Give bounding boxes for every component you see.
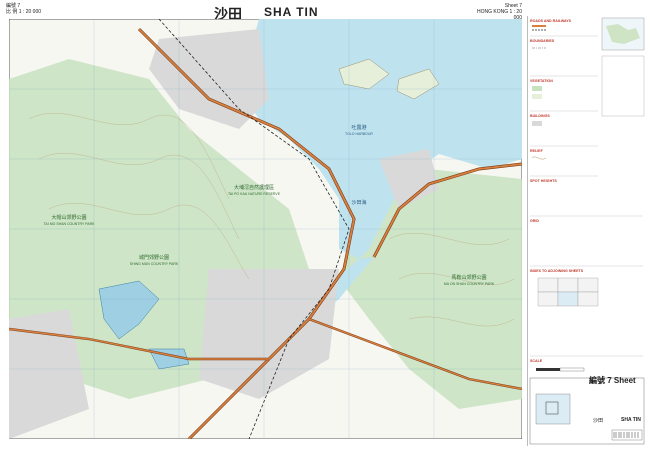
sheet-name-en: SHA TIN [621,417,641,423]
place-label-sha-tin-hoi: 沙田海 [351,199,366,206]
sheet-name-cn: 沙田 [593,418,604,424]
legend-heading: BUILDINGS [530,114,550,118]
place-label-tai-mo-shan: 大帽山郊野公園 [51,214,86,221]
place-label-tolo-harbour-en: TOLO HARBOUR [345,132,373,136]
place-label-shing-mun: 城門郊野公園 [139,254,169,261]
legend-heading: ROADS AND RAILWAYS [530,19,572,23]
place-label-ma-on-shan-en: MA ON SHAN COUNTRY PARK [444,282,495,286]
topographic-map[interactable]: 吐露港 TOLO HARBOUR 馬鞍山郊野公園 MA ON SHAN COUN… [9,19,522,439]
place-label-tai-mo-shan-en: TAI MO SHAN COUNTRY PARK [44,222,96,226]
legend-heading: SPOT HEIGHTS [530,179,557,183]
place-label-tolo-harbour: 吐露港 [351,124,366,131]
place-label-ma-on-shan: 馬鞍山郊野公園 [451,274,486,281]
sheet-label-en: Sheet [613,376,636,385]
place-label-shing-mun-en: SHING MUN COUNTRY PARK [130,262,179,266]
scale-cn: 比 例 1 : 20 000 [6,9,42,15]
index-sheets [537,277,599,307]
legend-heading: BOUNDARIES [530,39,555,43]
place-label-tai-po-kau-en: TAI PO KAU NATURE RESERVE [228,192,281,196]
sheet-number: 7 [607,376,612,385]
legend-heading: RELIEF [530,149,544,153]
legend-heading: SCALE [530,359,543,363]
scale-bar [536,367,585,372]
legend-heading: VEGETATION [530,79,553,83]
header-left: 編號 7 比 例 1 : 20 000 [6,3,41,15]
legend-heading: INDEX TO ADJOINING SHEETS [530,269,584,273]
legend-heading: GRID [530,219,539,223]
legend-symbols [531,25,547,160]
place-label-tai-po-kau: 大埔滘自然護理區 [234,184,274,191]
sheet-number-box: 編號 7 Sheet [589,375,636,386]
map-title-en: SHA TIN [264,5,319,19]
sheet-label-cn: 編號 [589,376,605,385]
